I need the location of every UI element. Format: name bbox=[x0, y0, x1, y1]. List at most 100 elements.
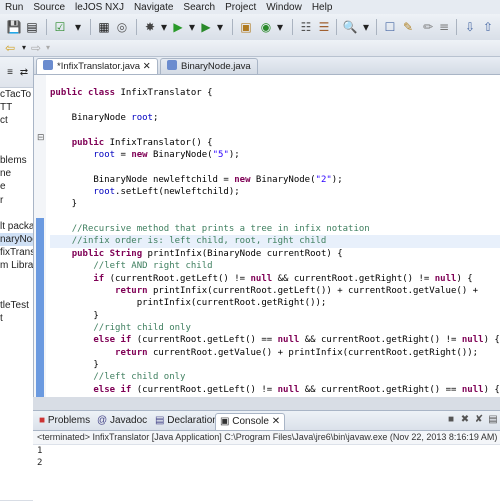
change-marker bbox=[36, 218, 44, 426]
tab-console[interactable]: ▣ Console ✕ bbox=[215, 413, 286, 430]
code-line[interactable]: BinaryNode newleftchild = new BinaryNode… bbox=[50, 174, 500, 186]
code-line[interactable]: return currentRoot.getValue() + printInf… bbox=[50, 347, 500, 359]
code-line[interactable]: printInfix(currentRoot.getRight()); bbox=[50, 297, 500, 309]
tree-item[interactable] bbox=[0, 207, 33, 220]
code-line[interactable]: public InfixTranslator() { bbox=[50, 137, 500, 149]
list-icon[interactable]: ≡ bbox=[436, 19, 452, 35]
tree-item[interactable] bbox=[0, 128, 33, 141]
menu-item[interactable]: Search bbox=[178, 2, 220, 13]
code-line[interactable]: //Recursive method that prints a tree in… bbox=[50, 223, 500, 235]
console-output[interactable]: 12 bbox=[33, 445, 500, 469]
package-explorer-header: ≡ ⇄ bbox=[0, 57, 33, 88]
tree-item[interactable] bbox=[0, 141, 33, 154]
javadoc-icon: @ bbox=[97, 415, 108, 426]
menu-item[interactable]: Run bbox=[0, 2, 28, 13]
menu-item[interactable]: Window bbox=[261, 2, 307, 13]
pen-icon[interactable]: ✏ bbox=[420, 19, 436, 35]
tree-item[interactable]: m Librar bbox=[0, 259, 33, 272]
scroll-lock-icon[interactable]: ▤ bbox=[487, 414, 499, 426]
target-icon[interactable]: ◎ bbox=[114, 19, 130, 35]
tree-item[interactable]: ct bbox=[0, 114, 33, 127]
menu-item[interactable]: leJOS NXJ bbox=[70, 2, 129, 13]
forward-dropdown-icon[interactable]: ▾ bbox=[40, 40, 56, 56]
code-line[interactable] bbox=[50, 100, 500, 112]
code-line[interactable]: //left AND right child bbox=[50, 260, 500, 272]
secondary-toolbar: ⇦ ▾ ⇨ ▾ bbox=[0, 40, 500, 57]
tab-declaration[interactable]: ▤ Declaration bbox=[151, 413, 222, 429]
open-resource-icon[interactable]: ☰ bbox=[316, 19, 332, 35]
tree-item[interactable]: blems bbox=[0, 154, 33, 167]
tree-item[interactable]: r bbox=[0, 194, 33, 207]
menu-item[interactable]: Help bbox=[307, 2, 338, 13]
code-editor[interactable]: *InfixTranslator.java ✕ BinaryNode.java … bbox=[34, 57, 500, 432]
tree-item[interactable]: cTacTo bbox=[0, 88, 33, 101]
next-annotation-icon[interactable]: ⇩ bbox=[462, 19, 478, 35]
open-type-icon[interactable]: ☷ bbox=[298, 19, 314, 35]
prev-annotation-icon[interactable]: ⇧ bbox=[480, 19, 496, 35]
checkbox-icon[interactable]: ☑ bbox=[52, 19, 68, 35]
code-line[interactable]: if (currentRoot.getLeft() != null && cur… bbox=[50, 273, 500, 285]
editor-tabs: *InfixTranslator.java ✕ BinaryNode.java bbox=[34, 57, 500, 75]
dropdown-icon[interactable]: ▾ bbox=[70, 19, 86, 35]
divider bbox=[33, 397, 500, 410]
menu-bar: Run Source leJOS NXJ Navigate Search Project W… bbox=[0, 0, 500, 14]
code-line[interactable]: public String printInfix(BinaryNode curr… bbox=[50, 248, 500, 260]
code-line[interactable] bbox=[50, 161, 500, 173]
annotation-icon[interactable]: ✎ bbox=[400, 19, 416, 35]
code-line[interactable]: //left child only bbox=[50, 371, 500, 383]
menu-item[interactable]: Source bbox=[28, 2, 70, 13]
tab-javadoc[interactable]: @ Javadoc bbox=[93, 413, 151, 429]
code-line[interactable]: root = new BinaryNode("5"); bbox=[50, 149, 500, 161]
tree-item[interactable]: e bbox=[0, 180, 33, 193]
task-icon[interactable]: ☐ bbox=[382, 19, 398, 35]
save-all-icon[interactable]: ▤ bbox=[24, 19, 40, 35]
code-line[interactable]: root.setLeft(newleftchild); bbox=[50, 186, 500, 198]
package-icon[interactable]: ▣ bbox=[238, 19, 254, 35]
tree-item[interactable]: ne bbox=[0, 167, 33, 180]
main-toolbar: 💾 ▤ ☑ ▾ ▦ ◎ ✸ ▾ ▶ ▾ ▶ ▾ ▣ ◉ ▾ ☷ ☰ 🔍 ▾ ☐ … bbox=[0, 14, 500, 41]
code-line[interactable] bbox=[50, 75, 500, 87]
tab-problems[interactable]: ■ Problems bbox=[35, 413, 94, 429]
remove-launch-icon[interactable]: ✖ bbox=[459, 414, 471, 426]
new-dropdown-icon[interactable]: ▾ bbox=[272, 19, 288, 35]
link-icon[interactable]: ⇄ bbox=[16, 65, 32, 81]
tree-item[interactable]: fixTransl bbox=[0, 246, 33, 259]
code-line[interactable]: return printInfix(currentRoot.getLeft())… bbox=[50, 285, 500, 297]
tree-item[interactable]: t bbox=[0, 312, 33, 325]
external-dropdown-icon[interactable]: ▾ bbox=[212, 19, 228, 35]
tree-item[interactable] bbox=[0, 273, 33, 286]
menu-item[interactable]: Navigate bbox=[129, 2, 178, 13]
tree-item[interactable] bbox=[0, 286, 33, 299]
terminate-icon[interactable]: ■ bbox=[445, 414, 457, 426]
save-icon[interactable]: 💾 bbox=[6, 19, 22, 35]
console-status: <terminated> InfixTranslator [Java Appli… bbox=[33, 431, 500, 445]
left-bottom-panel bbox=[0, 397, 34, 500]
code-line[interactable]: //infix order is: left child, root, righ… bbox=[50, 235, 500, 248]
code-line[interactable]: else if (currentRoot.getLeft() == null &… bbox=[50, 334, 500, 346]
code-line[interactable]: public class InfixTranslator { bbox=[50, 87, 500, 99]
tree-item[interactable]: lt packa bbox=[0, 220, 33, 233]
code-line[interactable]: BinaryNode root; bbox=[50, 112, 500, 124]
code-line[interactable] bbox=[50, 211, 500, 223]
menu-item[interactable]: Project bbox=[220, 2, 261, 13]
tree-item[interactable]: TT bbox=[0, 101, 33, 114]
tree-item[interactable]: naryNoc bbox=[0, 233, 33, 247]
tab-binarynode[interactable]: BinaryNode.java bbox=[160, 58, 258, 74]
search-dropdown-icon[interactable]: ▾ bbox=[358, 19, 374, 35]
fold-icon[interactable]: ⊟ bbox=[37, 133, 45, 143]
tab-infixtranslator[interactable]: *InfixTranslator.java ✕ bbox=[36, 58, 158, 74]
console-tabs: ■ Problems @ Javadoc ▤ Declaration ▣ Con… bbox=[33, 411, 500, 431]
code-line[interactable]: //right child only bbox=[50, 322, 500, 334]
search-icon[interactable]: 🔍 bbox=[342, 19, 358, 35]
code-line[interactable]: } bbox=[50, 359, 500, 371]
clear-console-icon[interactable]: ✘ bbox=[473, 414, 485, 426]
build-icon[interactable]: ▦ bbox=[96, 19, 112, 35]
code-line[interactable]: else if (currentRoot.getLeft() != null &… bbox=[50, 384, 500, 396]
package-explorer: ≡ ⇄ cTacTo TT ct blems ne e r lt packa naryNoc fi… bbox=[0, 57, 34, 397]
code-line[interactable] bbox=[50, 124, 500, 136]
code-area[interactable]: public class InfixTranslator { BinaryNod… bbox=[50, 75, 500, 433]
code-line[interactable]: } bbox=[50, 198, 500, 210]
code-line[interactable]: } bbox=[50, 310, 500, 322]
tree-item[interactable]: tleTest bbox=[0, 299, 33, 312]
problems-icon: ■ bbox=[39, 415, 46, 426]
